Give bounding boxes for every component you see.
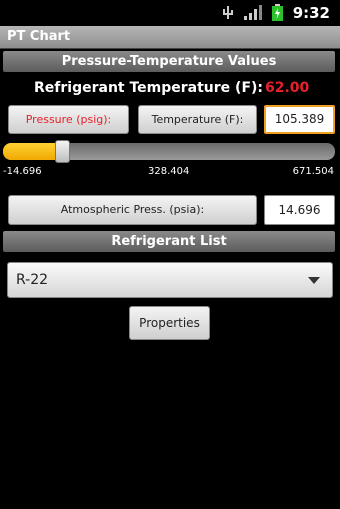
app-title-bar: PT Chart (0, 26, 340, 49)
battery-icon (272, 4, 283, 21)
slider-fill (3, 143, 63, 160)
slider-min-label: -14.696 (3, 166, 42, 177)
slider-mid-label: 328.404 (148, 166, 190, 177)
refrigerant-temp-label: Refrigerant Temperature (F): (34, 80, 264, 96)
properties-button[interactable]: Properties (129, 306, 210, 340)
atmospheric-pressure-button[interactable]: Atmospheric Press. (psia): (8, 195, 257, 225)
temperature-field[interactable]: 105.389 (264, 105, 335, 134)
status-bar: 9:32 (0, 0, 340, 25)
usb-icon (223, 6, 233, 19)
refrigerant-list-header: Refrigerant List (3, 231, 335, 252)
atmospheric-pressure-field[interactable]: 14.696 (264, 195, 335, 225)
chevron-down-icon (308, 277, 320, 284)
signal-icon (244, 5, 262, 20)
status-time: 9:32 (292, 4, 330, 22)
refrigerant-spinner[interactable]: R-22 (7, 262, 333, 298)
pressure-button[interactable]: Pressure (psig): (8, 105, 129, 134)
refrigerant-selected: R-22 (16, 272, 49, 288)
pt-values-header: Pressure-Temperature Values (3, 51, 335, 72)
refrigerant-temp-value: 62.00 (265, 80, 310, 96)
app-title: PT Chart (7, 29, 71, 44)
slider-max-label: 671.504 (292, 166, 334, 177)
pressure-slider[interactable] (3, 143, 335, 160)
slider-thumb[interactable] (55, 140, 70, 163)
temperature-button[interactable]: Temperature (F): (138, 105, 257, 134)
